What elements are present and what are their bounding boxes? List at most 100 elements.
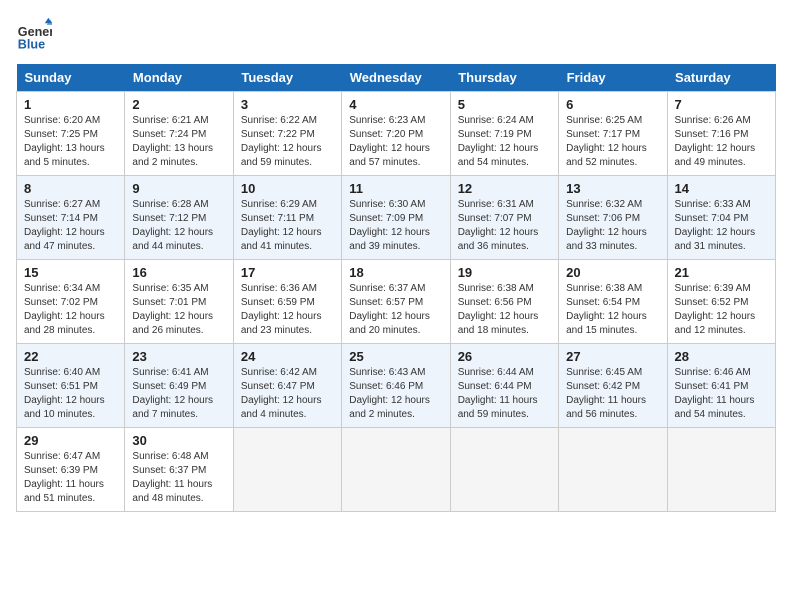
day-number: 10 xyxy=(241,181,334,196)
day-info: Sunrise: 6:31 AM Sunset: 7:07 PM Dayligh… xyxy=(458,198,551,254)
calendar-day-1: 1 Sunrise: 6:20 AM Sunset: 7:25 PM Daylig… xyxy=(17,92,125,176)
day-number: 5 xyxy=(458,97,551,112)
day-number: 30 xyxy=(132,433,225,448)
day-number: 1 xyxy=(24,97,117,112)
page-header: General Blue xyxy=(16,16,776,52)
day-info: Sunrise: 6:42 AM Sunset: 6:47 PM Dayligh… xyxy=(241,366,334,422)
day-info: Sunrise: 6:32 AM Sunset: 7:06 PM Dayligh… xyxy=(566,198,659,254)
calendar-day-25: 25 Sunrise: 6:43 AM Sunset: 6:46 PM Dayli… xyxy=(342,344,450,428)
calendar-day-29: 29 Sunrise: 6:47 AM Sunset: 6:39 PM Dayli… xyxy=(17,428,125,512)
day-info: Sunrise: 6:21 AM Sunset: 7:24 PM Dayligh… xyxy=(132,114,225,170)
calendar-day-empty xyxy=(667,428,775,512)
day-info: Sunrise: 6:44 AM Sunset: 6:44 PM Dayligh… xyxy=(458,366,551,422)
day-number: 3 xyxy=(241,97,334,112)
calendar-day-14: 14 Sunrise: 6:33 AM Sunset: 7:04 PM Dayli… xyxy=(667,176,775,260)
calendar-day-6: 6 Sunrise: 6:25 AM Sunset: 7:17 PM Daylig… xyxy=(559,92,667,176)
day-number: 22 xyxy=(24,349,117,364)
day-number: 16 xyxy=(132,265,225,280)
day-number: 17 xyxy=(241,265,334,280)
day-number: 25 xyxy=(349,349,442,364)
day-info: Sunrise: 6:35 AM Sunset: 7:01 PM Dayligh… xyxy=(132,282,225,338)
calendar-day-12: 12 Sunrise: 6:31 AM Sunset: 7:07 PM Dayli… xyxy=(450,176,558,260)
day-info: Sunrise: 6:47 AM Sunset: 6:39 PM Dayligh… xyxy=(24,450,117,506)
day-info: Sunrise: 6:22 AM Sunset: 7:22 PM Dayligh… xyxy=(241,114,334,170)
calendar-day-7: 7 Sunrise: 6:26 AM Sunset: 7:16 PM Daylig… xyxy=(667,92,775,176)
logo-icon: General Blue xyxy=(16,16,52,52)
calendar-day-10: 10 Sunrise: 6:29 AM Sunset: 7:11 PM Dayli… xyxy=(233,176,341,260)
day-number: 18 xyxy=(349,265,442,280)
day-info: Sunrise: 6:46 AM Sunset: 6:41 PM Dayligh… xyxy=(675,366,768,422)
weekday-header-tuesday: Tuesday xyxy=(233,64,341,92)
day-info: Sunrise: 6:36 AM Sunset: 6:59 PM Dayligh… xyxy=(241,282,334,338)
calendar-week-3: 15Sunrise: 6:34 AM Sunset: 7:02 PM Dayli… xyxy=(17,260,776,344)
day-info: Sunrise: 6:45 AM Sunset: 6:42 PM Dayligh… xyxy=(566,366,659,422)
day-number: 24 xyxy=(241,349,334,364)
day-number: 14 xyxy=(675,181,768,196)
weekday-header-thursday: Thursday xyxy=(450,64,558,92)
weekday-header-friday: Friday xyxy=(559,64,667,92)
day-info: Sunrise: 6:23 AM Sunset: 7:20 PM Dayligh… xyxy=(349,114,442,170)
calendar-day-21: 21Sunrise: 6:39 AM Sunset: 6:52 PM Dayli… xyxy=(667,260,775,344)
day-number: 20 xyxy=(566,265,659,280)
day-number: 23 xyxy=(132,349,225,364)
day-number: 11 xyxy=(349,181,442,196)
day-info: Sunrise: 6:26 AM Sunset: 7:16 PM Dayligh… xyxy=(675,114,768,170)
day-info: Sunrise: 6:37 AM Sunset: 6:57 PM Dayligh… xyxy=(349,282,442,338)
day-number: 7 xyxy=(675,97,768,112)
day-info: Sunrise: 6:38 AM Sunset: 6:56 PM Dayligh… xyxy=(458,282,551,338)
calendar-table: SundayMondayTuesdayWednesdayThursdayFrid… xyxy=(16,64,776,512)
day-info: Sunrise: 6:38 AM Sunset: 6:54 PM Dayligh… xyxy=(566,282,659,338)
weekday-header-saturday: Saturday xyxy=(667,64,775,92)
day-info: Sunrise: 6:39 AM Sunset: 6:52 PM Dayligh… xyxy=(675,282,768,338)
calendar-day-26: 26 Sunrise: 6:44 AM Sunset: 6:44 PM Dayli… xyxy=(450,344,558,428)
day-info: Sunrise: 6:34 AM Sunset: 7:02 PM Dayligh… xyxy=(24,282,117,338)
day-number: 26 xyxy=(458,349,551,364)
day-info: Sunrise: 6:27 AM Sunset: 7:14 PM Dayligh… xyxy=(24,198,117,254)
logo: General Blue xyxy=(16,16,52,52)
calendar-day-19: 19 Sunrise: 6:38 AM Sunset: 6:56 PM Dayli… xyxy=(450,260,558,344)
calendar-day-27: 27 Sunrise: 6:45 AM Sunset: 6:42 PM Dayli… xyxy=(559,344,667,428)
calendar-week-1: 1 Sunrise: 6:20 AM Sunset: 7:25 PM Daylig… xyxy=(17,92,776,176)
calendar-day-empty xyxy=(233,428,341,512)
calendar-day-3: 3 Sunrise: 6:22 AM Sunset: 7:22 PM Daylig… xyxy=(233,92,341,176)
day-info: Sunrise: 6:33 AM Sunset: 7:04 PM Dayligh… xyxy=(675,198,768,254)
day-info: Sunrise: 6:40 AM Sunset: 6:51 PM Dayligh… xyxy=(24,366,117,422)
weekday-header-sunday: Sunday xyxy=(17,64,125,92)
day-number: 19 xyxy=(458,265,551,280)
weekday-header-monday: Monday xyxy=(125,64,233,92)
day-number: 8 xyxy=(24,181,117,196)
calendar-day-24: 24 Sunrise: 6:42 AM Sunset: 6:47 PM Dayli… xyxy=(233,344,341,428)
weekday-header-row: SundayMondayTuesdayWednesdayThursdayFrid… xyxy=(17,64,776,92)
day-number: 28 xyxy=(675,349,768,364)
calendar-day-8: 8 Sunrise: 6:27 AM Sunset: 7:14 PM Daylig… xyxy=(17,176,125,260)
day-info: Sunrise: 6:24 AM Sunset: 7:19 PM Dayligh… xyxy=(458,114,551,170)
calendar-week-2: 8 Sunrise: 6:27 AM Sunset: 7:14 PM Daylig… xyxy=(17,176,776,260)
calendar-day-28: 28 Sunrise: 6:46 AM Sunset: 6:41 PM Dayli… xyxy=(667,344,775,428)
day-info: Sunrise: 6:20 AM Sunset: 7:25 PM Dayligh… xyxy=(24,114,117,170)
calendar-day-15: 15Sunrise: 6:34 AM Sunset: 7:02 PM Dayli… xyxy=(17,260,125,344)
calendar-day-22: 22 Sunrise: 6:40 AM Sunset: 6:51 PM Dayli… xyxy=(17,344,125,428)
calendar-day-empty xyxy=(559,428,667,512)
calendar-day-11: 11Sunrise: 6:30 AM Sunset: 7:09 PM Dayli… xyxy=(342,176,450,260)
calendar-day-4: 4 Sunrise: 6:23 AM Sunset: 7:20 PM Daylig… xyxy=(342,92,450,176)
calendar-week-5: 29 Sunrise: 6:47 AM Sunset: 6:39 PM Dayli… xyxy=(17,428,776,512)
day-number: 13 xyxy=(566,181,659,196)
day-number: 29 xyxy=(24,433,117,448)
day-number: 4 xyxy=(349,97,442,112)
calendar-day-13: 13 Sunrise: 6:32 AM Sunset: 7:06 PM Dayli… xyxy=(559,176,667,260)
calendar-day-30: 30Sunrise: 6:48 AM Sunset: 6:37 PM Dayli… xyxy=(125,428,233,512)
day-number: 12 xyxy=(458,181,551,196)
calendar-day-23: 23Sunrise: 6:41 AM Sunset: 6:49 PM Dayli… xyxy=(125,344,233,428)
calendar-day-18: 18 Sunrise: 6:37 AM Sunset: 6:57 PM Dayli… xyxy=(342,260,450,344)
day-info: Sunrise: 6:25 AM Sunset: 7:17 PM Dayligh… xyxy=(566,114,659,170)
calendar-day-empty xyxy=(450,428,558,512)
day-number: 6 xyxy=(566,97,659,112)
day-info: Sunrise: 6:29 AM Sunset: 7:11 PM Dayligh… xyxy=(241,198,334,254)
day-info: Sunrise: 6:43 AM Sunset: 6:46 PM Dayligh… xyxy=(349,366,442,422)
day-number: 9 xyxy=(132,181,225,196)
day-number: 2 xyxy=(132,97,225,112)
day-number: 27 xyxy=(566,349,659,364)
calendar-day-16: 16 Sunrise: 6:35 AM Sunset: 7:01 PM Dayli… xyxy=(125,260,233,344)
calendar-week-4: 22 Sunrise: 6:40 AM Sunset: 6:51 PM Dayli… xyxy=(17,344,776,428)
calendar-day-17: 17 Sunrise: 6:36 AM Sunset: 6:59 PM Dayli… xyxy=(233,260,341,344)
